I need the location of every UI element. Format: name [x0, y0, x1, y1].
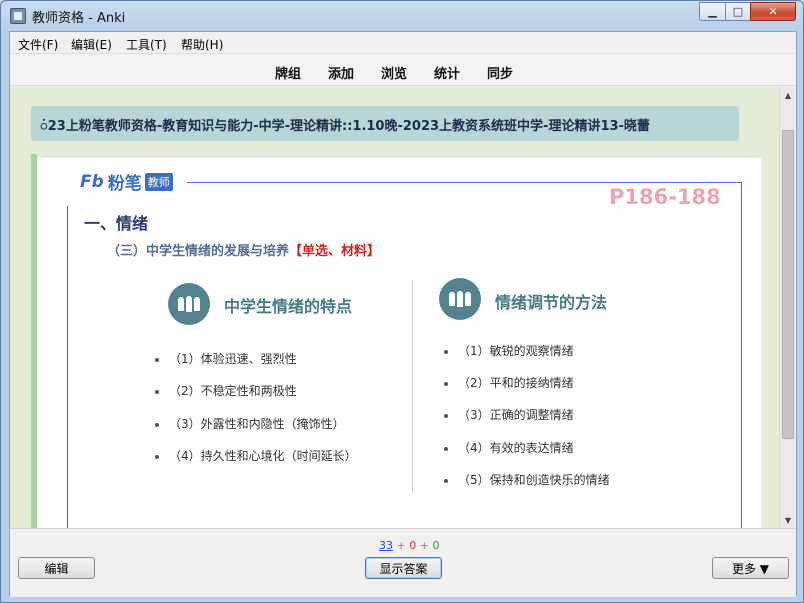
- menu-edit[interactable]: 编辑(E): [71, 36, 112, 53]
- more-button[interactable]: 更多 ▼: [712, 557, 789, 579]
- toolbar-decks[interactable]: 牌组: [275, 63, 301, 82]
- toolbar-stats[interactable]: 统计: [434, 63, 460, 82]
- edit-button[interactable]: 编辑: [18, 557, 95, 579]
- frame-line-top: [187, 182, 741, 183]
- fb-logo-icon: Fb: [80, 171, 104, 192]
- deck-path: ꩌ23上粉笔教师资格-教育知识与能力-中学-理论精讲::1.10晚-2023上教…: [40, 119, 650, 134]
- logo-text: 粉笔: [107, 174, 142, 194]
- fenbi-logo: Fb 粉笔 教师: [80, 169, 173, 194]
- list-item: （3）正确的调整情绪: [444, 406, 574, 423]
- scroll-down-icon[interactable]: ▼: [780, 512, 796, 528]
- subsection-text: （三）中学生情绪的发展与培养: [107, 244, 290, 259]
- menu-bar: 文件(F) 编辑(E) 工具(T) 帮助(H): [10, 32, 796, 54]
- page-reference: P186-188: [609, 185, 721, 209]
- people-icon: [439, 278, 481, 320]
- close-button[interactable]: ✕: [750, 2, 796, 21]
- logo-badge: 教师: [144, 172, 173, 191]
- left-column-title: 中学生情绪的特点: [224, 297, 353, 316]
- list-item: （1）敏锐的观察情绪: [444, 342, 574, 359]
- bottom-bar: 33 + 0 + 0 编辑 显示答案 更多 ▼: [10, 528, 796, 597]
- new-count[interactable]: 33: [379, 539, 393, 552]
- list-item: （5）保持和创造快乐的情绪: [444, 471, 610, 488]
- maximize-button[interactable]: □: [725, 2, 751, 21]
- list-item: （2）不稳定性和两极性: [155, 382, 297, 399]
- column-divider: [412, 280, 413, 492]
- subsection-title: （三）中学生情绪的发展与培养【单选、材料】: [107, 240, 380, 259]
- learn-count: 0: [409, 539, 417, 552]
- main-toolbar: 牌组 添加 浏览 统计 同步: [10, 54, 796, 86]
- show-answer-button[interactable]: 显示答案: [365, 557, 442, 579]
- menu-file[interactable]: 文件(F): [18, 36, 58, 53]
- frame-line-left: [67, 206, 68, 528]
- window-title: 教师资格 - Anki: [32, 11, 126, 26]
- section-title: 一、情绪: [84, 214, 149, 233]
- minimize-button[interactable]: ▁: [699, 2, 726, 21]
- list-item: （4）持久性和心境化（时间延长）: [155, 447, 357, 464]
- menu-tools[interactable]: 工具(T): [126, 36, 167, 53]
- list-item: （4）有效的表达情绪: [444, 439, 574, 456]
- minimize-icon: ▁: [708, 5, 717, 18]
- right-column-title: 情绪调节的方法: [495, 293, 608, 312]
- vertical-scrollbar[interactable]: ▲ ▼: [779, 87, 796, 528]
- toolbar-browse[interactable]: 浏览: [381, 63, 407, 82]
- maximize-icon: □: [732, 5, 744, 18]
- list-item: （2）平和的接纳情绪: [444, 374, 574, 391]
- client-area: 文件(F) 编辑(E) 工具(T) 帮助(H) 牌组 添加 浏览 统计 同步 ꩌ…: [9, 31, 797, 597]
- anki-app-icon: [10, 8, 26, 24]
- question-type-tag: 【单选、材料】: [289, 244, 381, 259]
- scroll-thumb[interactable]: [782, 130, 794, 439]
- list-item: （1）体验迅速、强烈性: [155, 350, 297, 367]
- menu-help[interactable]: 帮助(H): [181, 36, 223, 53]
- card-view: ꩌ23上粉笔教师资格-教育知识与能力-中学-理论精讲::1.10晚-2023上教…: [10, 87, 796, 528]
- due-counts: 33 + 0 + 0: [379, 539, 440, 552]
- people-icon: [168, 283, 210, 325]
- deck-path-bar: ꩌ23上粉笔教师资格-教育知识与能力-中学-理论精讲::1.10晚-2023上教…: [31, 106, 739, 141]
- list-item: （3）外露性和内隐性（掩饰性）: [155, 415, 345, 432]
- toolbar-add[interactable]: 添加: [328, 63, 354, 82]
- title-bar: 教师资格 - Anki ▁ □ ✕: [1, 1, 803, 31]
- anki-window: 教师资格 - Anki ▁ □ ✕ 文件(F) 编辑(E) 工具(T) 帮助(H…: [0, 0, 804, 603]
- toolbar-sync[interactable]: 同步: [487, 63, 513, 82]
- card-content: Fb 粉笔 教师 P186-188 一、情绪 （三）中学生情绪的发展与培养【单选…: [37, 158, 761, 528]
- scroll-up-icon[interactable]: ▲: [780, 87, 796, 103]
- close-icon: ✕: [768, 5, 778, 18]
- frame-line-right: [741, 182, 742, 528]
- review-count: 0: [432, 539, 440, 552]
